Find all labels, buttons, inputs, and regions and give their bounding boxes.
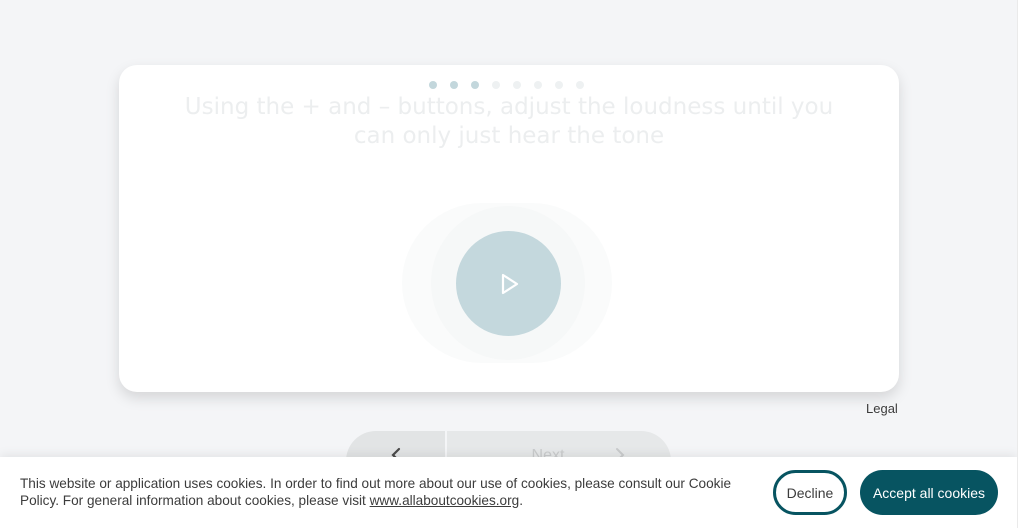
instruction-text: Using the + and – buttons, adjust the lo…: [184, 94, 834, 149]
progress-dot: [512, 81, 521, 89]
progress-dots: [116, 81, 896, 89]
progress-dot: [449, 81, 458, 89]
progress-dot: [470, 81, 479, 89]
test-card: Using the + and – buttons, adjust the lo…: [119, 65, 899, 392]
cookie-message-end: .: [519, 492, 523, 508]
play-icon: [501, 273, 518, 294]
progress-dot: [533, 81, 542, 89]
progress-dot: [554, 81, 563, 89]
page: Using the + and – buttons, adjust the lo…: [0, 0, 1034, 528]
progress-dot: [491, 81, 500, 89]
legal-link[interactable]: Legal: [866, 401, 898, 416]
cookie-banner: This website or application uses cookies…: [0, 457, 1017, 528]
decline-cookies-button[interactable]: Decline: [773, 470, 847, 515]
cookie-message: This website or application uses cookies…: [20, 476, 740, 509]
accept-all-cookies-button[interactable]: Accept all cookies: [860, 470, 998, 515]
progress-dot: [428, 81, 437, 89]
vertical-scrollbar[interactable]: [1017, 0, 1034, 528]
allaboutcookies-link[interactable]: www.allaboutcookies.org: [370, 493, 520, 508]
progress-dot: [575, 81, 584, 89]
play-button[interactable]: [456, 231, 561, 336]
